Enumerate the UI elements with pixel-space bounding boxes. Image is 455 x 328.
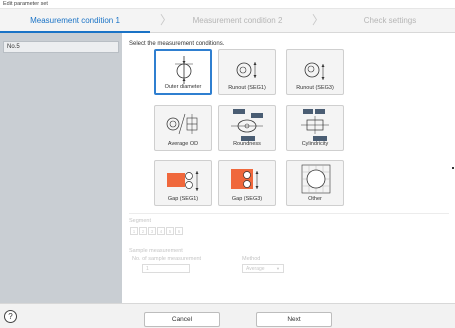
step-check-settings[interactable]: Check settings	[325, 9, 455, 33]
help-icon[interactable]: ?	[4, 310, 17, 323]
outer-diameter-icon	[175, 56, 193, 84]
sidebar: No.5	[0, 33, 122, 303]
chevron-right-icon: 〉	[312, 13, 325, 27]
tile-label: Gap (SEG1)	[167, 196, 199, 202]
footer: ? Cancel Next	[0, 303, 455, 328]
tile-label: Runout (SEG1)	[228, 85, 266, 91]
next-button[interactable]: Next	[256, 312, 332, 327]
tile-label: Average OD	[167, 141, 199, 147]
sample-count-input[interactable]: 1	[142, 264, 190, 273]
cancel-button[interactable]: Cancel	[144, 312, 220, 327]
segment-box[interactable]: 1	[130, 227, 138, 235]
tile-label: Gap (SEG3)	[231, 196, 263, 202]
method-value: Average	[246, 266, 265, 272]
divider	[129, 213, 449, 214]
tile-label: Cylindricity	[301, 141, 329, 147]
segment-box[interactable]: 2	[139, 227, 147, 235]
cursor-icon	[452, 167, 454, 169]
step-wizard: Measurement condition 1 〉 Measurement co…	[0, 9, 455, 33]
step-measurement-condition-2[interactable]: Measurement condition 2	[170, 9, 305, 33]
method-select[interactable]: Average ▼	[242, 264, 284, 273]
tile-label: Runout (SEG3)	[296, 85, 334, 91]
tile-gap-seg1[interactable]: Gap (SEG1)	[154, 160, 212, 206]
tile-cylindricity[interactable]: Cylindricity	[286, 105, 344, 151]
tile-label: Other	[308, 196, 322, 202]
tile-gap-seg3[interactable]: Gap (SEG3)	[218, 160, 276, 206]
segment-box[interactable]: 3	[148, 227, 156, 235]
segment-title: Segment	[129, 218, 152, 224]
method-label: Method	[242, 256, 261, 262]
sample-measurement-title: Sample measurement	[129, 248, 183, 254]
sample-count-label: No. of sample measurement	[132, 256, 202, 262]
tile-other[interactable]: Other	[286, 160, 344, 206]
tile-roundness[interactable]: Roundness	[218, 105, 276, 151]
instruction-text: Select the measurement conditions.	[129, 41, 225, 47]
segment-box[interactable]: 6	[175, 227, 183, 235]
tile-label: Outer diameter	[164, 84, 202, 90]
dropdown-arrow-icon: ▼	[276, 266, 280, 271]
segment-box[interactable]: 5	[166, 227, 174, 235]
main-panel: Select the measurement conditions. Outer…	[122, 33, 455, 303]
tile-label: Roundness	[233, 141, 261, 147]
step-measurement-condition-1[interactable]: Measurement condition 1	[0, 9, 150, 33]
tile-runout-seg3[interactable]: Runout (SEG3)	[286, 49, 344, 95]
tile-average-od[interactable]: Average OD	[154, 105, 212, 151]
edit-parameter-set-window: Edit parameter set Measurement condition…	[0, 0, 455, 328]
tile-outer-diameter[interactable]: Outer diameter	[154, 49, 212, 95]
tile-runout-seg1[interactable]: Runout (SEG1)	[218, 49, 276, 95]
sidebar-item-no5[interactable]: No.5	[3, 41, 119, 53]
window-title: Edit parameter set	[0, 0, 455, 9]
segment-box[interactable]: 4	[157, 227, 165, 235]
